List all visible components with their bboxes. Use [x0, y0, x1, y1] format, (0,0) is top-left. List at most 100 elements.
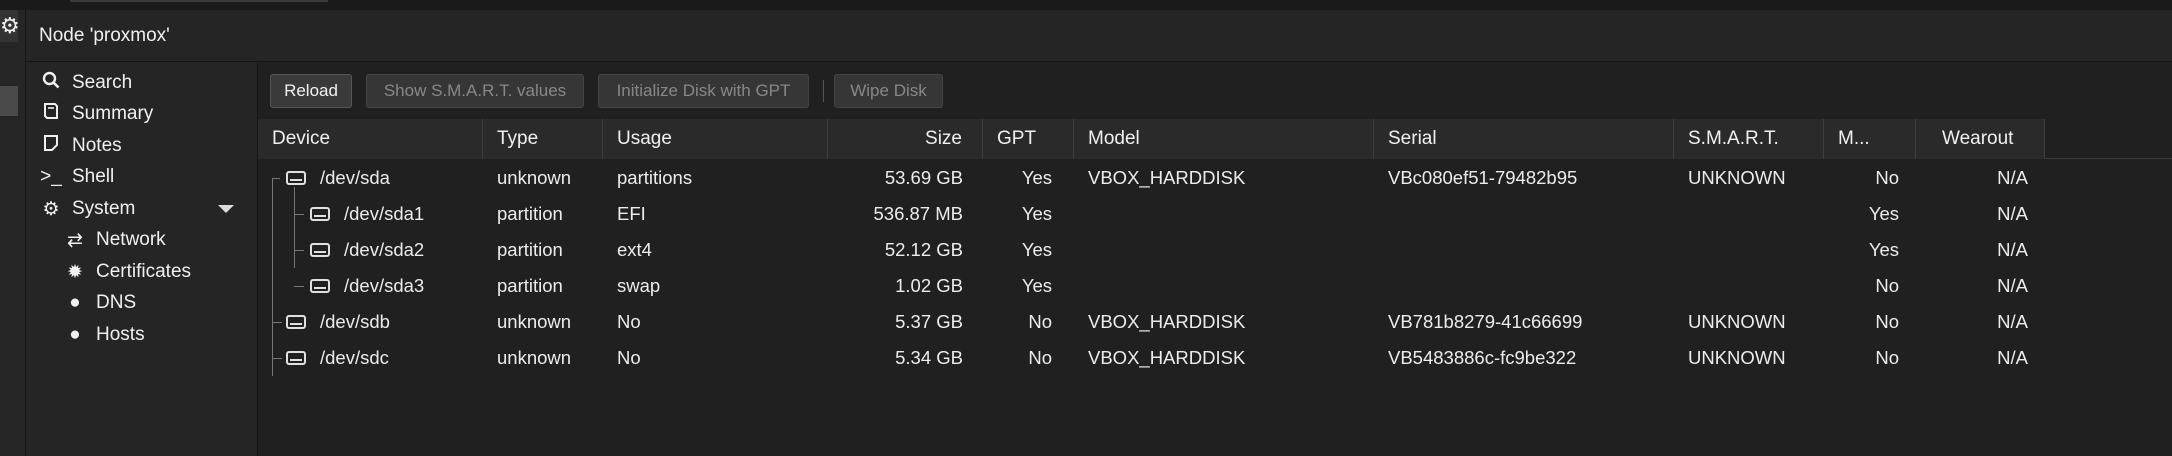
nav-item-label: Search	[72, 72, 133, 93]
nav-item-label: Notes	[72, 135, 122, 156]
type-cell: partition	[497, 203, 563, 224]
gpt-cell: Yes	[1021, 203, 1052, 224]
mounted-cell: No	[1875, 275, 1899, 296]
gpt-cell: No	[1028, 311, 1052, 332]
serial-cell	[1388, 268, 1674, 304]
usage-cell: swap	[617, 275, 661, 296]
model-cell: VBOX_HARDDISK	[1088, 311, 1246, 332]
table-row[interactable]: /dev/sda1 partition EFI 536.87 MB Yes Ye…	[258, 196, 2045, 232]
size-cell: 5.34 GB	[895, 347, 963, 368]
hdd-icon	[310, 279, 330, 293]
serial-cell: VB781b8279-41c66699	[1388, 311, 1583, 332]
table-row[interactable]: /dev/sda2 partition ext4 52.12 GB Yes Ye…	[258, 232, 2045, 268]
smart-cell: UNKNOWN	[1688, 311, 1786, 332]
gpt-cell: No	[1028, 347, 1052, 368]
toolbar: Reload Show S.M.A.R.T. values Initialize…	[258, 62, 2172, 119]
node-navigation: Search Summary Notes >_ Shell ⚙ System ⇄…	[26, 62, 258, 456]
serial-cell: VB5483886c-fc9be322	[1388, 347, 1577, 368]
size-cell: 536.87 MB	[873, 203, 963, 224]
usage-cell: No	[617, 347, 641, 368]
device-cell: /dev/sdb	[286, 304, 483, 340]
column-header-serial[interactable]: Serial	[1374, 119, 1674, 159]
type-cell: partition	[497, 275, 563, 296]
top-tab[interactable]	[70, 0, 328, 2]
nav-item-label: DNS	[96, 292, 137, 313]
search-icon	[38, 71, 64, 95]
column-header-type[interactable]: Type	[483, 119, 603, 159]
hdd-icon	[310, 207, 330, 221]
globe-icon: ●	[69, 324, 81, 345]
notes-icon	[38, 134, 64, 158]
gutter-selected-item[interactable]	[0, 86, 18, 116]
type-cell: unknown	[497, 167, 572, 188]
certificate-icon: ✹	[67, 261, 83, 283]
mounted-cell: No	[1875, 167, 1899, 188]
left-gutter	[0, 10, 26, 456]
model-cell	[1088, 268, 1374, 304]
size-cell: 52.12 GB	[884, 239, 963, 260]
table-row[interactable]: /dev/sda3 partition swap 1.02 GB Yes No …	[258, 268, 2045, 304]
wearout-cell: N/A	[1997, 239, 2028, 260]
table-row[interactable]: /dev/sdc unknown No 5.34 GB No VBOX_HARD…	[258, 340, 2045, 376]
cogs-icon: ⚙	[42, 198, 60, 220]
hdd-icon	[286, 171, 306, 185]
reload-button[interactable]: Reload	[270, 74, 352, 108]
nav-item-hosts[interactable]: ● Hosts	[26, 314, 258, 356]
chevron-down-icon[interactable]	[218, 205, 234, 213]
panel-header: Node 'proxmox'	[26, 10, 2172, 62]
gpt-cell: Yes	[1021, 239, 1052, 260]
column-header-device[interactable]: Device	[258, 119, 483, 159]
wearout-cell: N/A	[1997, 347, 2028, 368]
mounted-cell: Yes	[1868, 203, 1899, 224]
column-header-size[interactable]: Size	[828, 119, 983, 159]
initialize-gpt-button[interactable]: Initialize Disk with GPT	[598, 74, 809, 108]
terminal-icon: >_	[40, 166, 62, 187]
smart-cell	[1688, 268, 1824, 304]
column-header-usage[interactable]: Usage	[603, 119, 828, 159]
size-cell: 1.02 GB	[895, 275, 963, 296]
serial-cell	[1388, 196, 1674, 232]
wearout-cell: N/A	[1997, 203, 2028, 224]
table-row[interactable]: /dev/sdb unknown No 5.37 GB No VBOX_HARD…	[258, 304, 2045, 340]
usage-cell: partitions	[617, 167, 693, 188]
smart-cell: UNKNOWN	[1688, 347, 1786, 368]
hdd-icon	[310, 243, 330, 257]
wipe-disk-button[interactable]: Wipe Disk	[834, 74, 943, 108]
device-name: /dev/sda1	[344, 203, 425, 224]
column-header-wearout[interactable]: Wearout	[1916, 119, 2045, 159]
disks-panel: Reload Show S.M.A.R.T. values Initialize…	[258, 62, 2172, 456]
usage-cell: EFI	[617, 203, 646, 224]
show-smart-button[interactable]: Show S.M.A.R.T. values	[366, 74, 584, 108]
model-cell: VBOX_HARDDISK	[1088, 167, 1246, 188]
gear-icon[interactable]: ⚙	[0, 10, 20, 42]
device-cell: /dev/sda	[286, 160, 483, 196]
nav-item-label: Summary	[72, 103, 154, 124]
exchange-icon: ⇄	[67, 229, 83, 251]
wearout-cell: N/A	[1997, 167, 2028, 188]
size-cell: 53.69 GB	[884, 167, 963, 188]
globe-icon: ●	[69, 292, 81, 313]
device-name: /dev/sdc	[320, 347, 389, 368]
gpt-cell: Yes	[1021, 167, 1052, 188]
device-cell: /dev/sda1	[310, 196, 483, 232]
mounted-cell: No	[1875, 347, 1899, 368]
type-cell: unknown	[497, 311, 572, 332]
nav-item-label: Hosts	[96, 324, 145, 345]
column-header-smart[interactable]: S.M.A.R.T.	[1674, 119, 1824, 159]
nav-item-label: Certificates	[96, 261, 192, 282]
nav-item-label: Network	[96, 229, 166, 250]
wearout-cell: N/A	[1997, 275, 2028, 296]
model-cell: VBOX_HARDDISK	[1088, 347, 1246, 368]
grid-header: Device Type Usage Size GPT Model Serial …	[258, 119, 2172, 159]
device-name: /dev/sdb	[320, 311, 390, 332]
table-row[interactable]: /dev/sda unknown partitions 53.69 GB Yes…	[258, 160, 2045, 196]
gpt-cell: Yes	[1021, 275, 1052, 296]
mounted-cell: No	[1875, 311, 1899, 332]
toolbar-separator	[823, 80, 824, 102]
book-icon	[38, 102, 64, 126]
column-header-model[interactable]: Model	[1074, 119, 1374, 159]
column-header-mounted[interactable]: M...	[1824, 119, 1916, 159]
column-header-gpt[interactable]: GPT	[983, 119, 1074, 159]
serial-cell: VBc080ef51-79482b95	[1388, 167, 1578, 188]
size-cell: 5.37 GB	[895, 311, 963, 332]
